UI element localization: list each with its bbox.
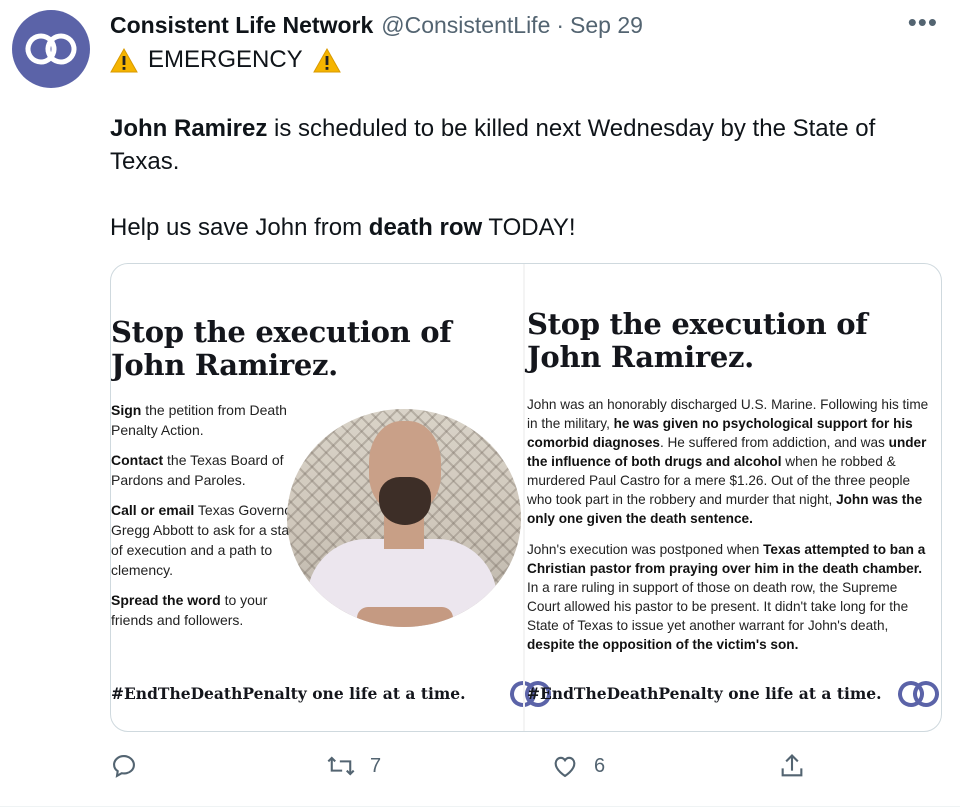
card-left-pane: Stop the execution of John Ramirez. Sign… [111,264,551,731]
emergency-line: EMERGENCY [110,46,341,74]
card-heading-right: Stop the execution of John Ramirez. [527,308,939,374]
tagline-right: #EndTheDeathPenalty one life at a time. [527,684,882,703]
portrait-photo [287,409,521,627]
card-body-text: John was an honorably discharged U.S. Ma… [527,395,931,666]
media-card[interactable]: Stop the execution of John Ramirez. Sign… [110,263,942,732]
like-button[interactable]: 6 [550,752,605,780]
separator: · [556,12,565,38]
step-bold: Spread the word [111,592,221,608]
step-sign: Sign the petition from Death Penalty Act… [111,400,311,440]
text-bold: despite the opposition of the victim's s… [527,637,799,652]
avatar[interactable] [12,10,90,88]
heading-line: John Ramirez. [527,340,754,374]
tagline-left: #EndTheDeathPenalty one life at a time. [111,684,466,703]
text: In a rare ruling in support of those on … [527,580,909,633]
card-paragraph-1: John was an honorably discharged U.S. Ma… [527,395,931,528]
tweet-date[interactable]: Sep 29 [570,12,643,39]
retweet-count: 7 [370,754,382,777]
tweet-paragraph-2: Help us save John from death row TODAY! [110,211,930,244]
step-bold: Contact [111,452,164,468]
tweet-text: John Ramirez is scheduled to be killed n… [110,112,930,244]
user-handle[interactable]: @ConsistentLife [381,12,550,39]
card-right-pane: Stop the execution of John Ramirez. John… [525,264,941,731]
death-row-bold: death row [368,214,483,241]
paragraph-text: Help us save John from [110,214,369,241]
retweet-icon [327,756,355,776]
step-contact: Contact the Texas Board of Pardons and P… [111,450,311,490]
step-bold: Sign [111,402,142,418]
warning-icon [312,47,341,72]
share-icon [781,754,803,777]
share-button[interactable] [778,752,806,780]
reply-icon [113,755,135,778]
tweet-header: Consistent Life Network @ConsistentLife … [110,12,940,42]
step-bold: Call or email [111,502,195,518]
text: . He suffered from addiction, and was [659,435,889,450]
tweet-actions: 7 6 [110,752,930,786]
text: John's execution was postponed when [527,542,764,557]
heading-line: John Ramirez. [111,348,338,382]
card-paragraph-2: John's execution was postponed when Texa… [527,540,931,654]
step-spread: Spread the word to your friends and foll… [111,590,311,630]
tweet-paragraph-1: John Ramirez is scheduled to be killed n… [110,112,930,178]
like-count: 6 [594,754,606,777]
action-steps: Sign the petition from Death Penalty Act… [111,400,311,640]
warning-icon [110,47,138,72]
heading-line: Stop the execution of [111,315,452,349]
heading-line: Stop the execution of [527,307,868,341]
reply-button[interactable] [110,752,152,780]
card-heading-left: Stop the execution of John Ramirez. [111,316,511,382]
logo-icon [898,681,939,707]
logo-icon [25,33,77,65]
paragraph-text: TODAY! [482,214,576,241]
name-bold: John Ramirez [110,115,268,142]
more-icon[interactable]: ••• [908,9,938,35]
bottom-divider [0,806,960,807]
display-name[interactable]: Consistent Life Network [110,12,373,39]
retweet-button[interactable]: 7 [326,752,381,780]
emergency-text: EMERGENCY [148,46,303,73]
step-call: Call or email Texas Governor Gregg Abbot… [111,500,311,580]
like-icon [554,756,576,778]
